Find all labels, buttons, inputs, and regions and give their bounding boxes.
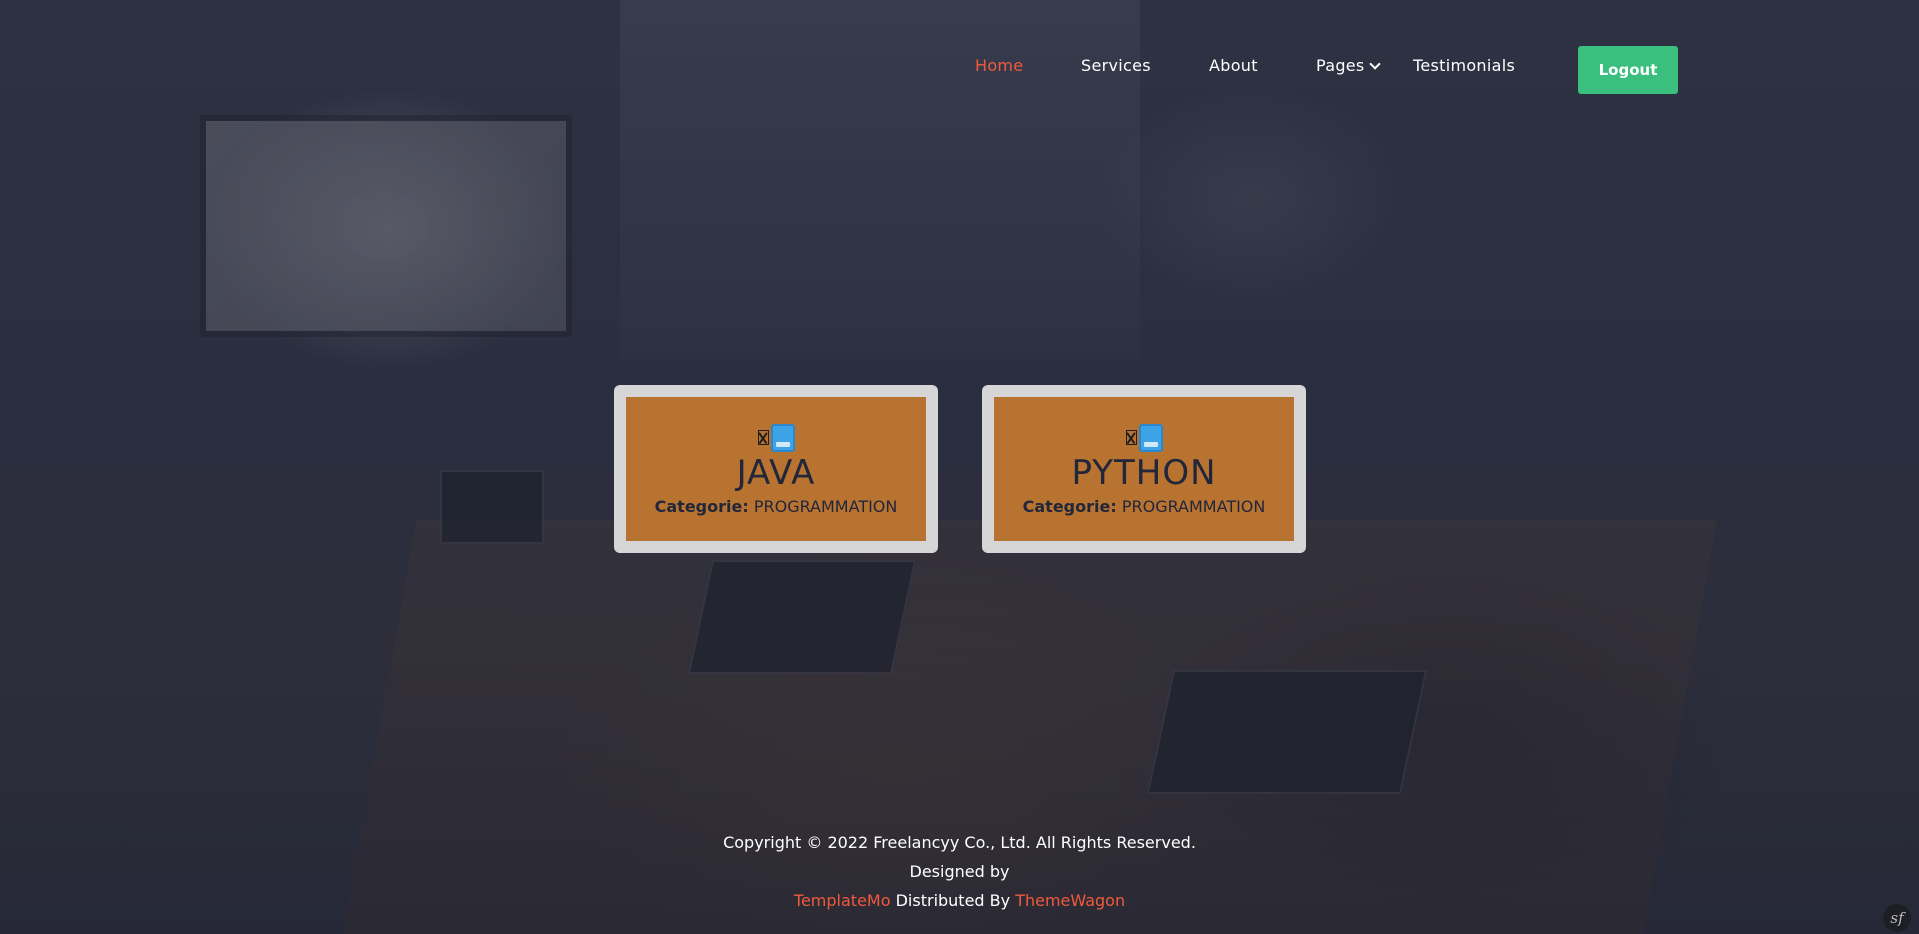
- themewagon-link[interactable]: ThemeWagon: [1015, 891, 1125, 910]
- nav-testimonials[interactable]: Testimonials: [1413, 56, 1515, 75]
- designed-by-text: Designed by: [909, 862, 1010, 881]
- nav-pages-label: Pages: [1316, 56, 1365, 75]
- nav-pages[interactable]: Pages: [1316, 56, 1381, 75]
- category-value: PROGRAMMATION: [753, 496, 898, 516]
- logout-button[interactable]: Logout: [1578, 46, 1678, 94]
- category-label: Categorie:: [1022, 496, 1117, 516]
- missing-glyph-icon: [757, 430, 769, 445]
- course-card-java[interactable]: JAVA Categorie: PROGRAMMATION: [614, 385, 938, 553]
- nav-home[interactable]: Home: [975, 56, 1023, 75]
- credits-line: TemplateMo Distributed By ThemeWagon: [0, 886, 1919, 915]
- missing-glyph-icon: [1125, 430, 1137, 445]
- copyright-text: Copyright © 2022 Freelancyy Co., Ltd. Al…: [723, 833, 1196, 852]
- card-title: PYTHON: [1071, 452, 1217, 493]
- card-icons: [757, 423, 795, 453]
- card-icons: [1125, 423, 1163, 453]
- course-card-python[interactable]: PYTHON Categorie: PROGRAMMATION: [982, 385, 1306, 553]
- book-icon: [770, 423, 795, 452]
- chevron-down-icon: [1368, 58, 1381, 70]
- category-label: Categorie:: [654, 496, 749, 516]
- card-category: Categorie: PROGRAMMATION: [655, 497, 898, 516]
- card-body: PYTHON Categorie: PROGRAMMATION: [994, 397, 1294, 541]
- main-nav: Home Services About Pages Testimonials L…: [0, 0, 1919, 120]
- book-icon: [1138, 423, 1163, 452]
- footer: Copyright © 2022 Freelancyy Co., Ltd. Al…: [0, 828, 1919, 915]
- nav-services[interactable]: Services: [1081, 56, 1151, 75]
- card-category: Categorie: PROGRAMMATION: [1023, 497, 1266, 516]
- card-body: JAVA Categorie: PROGRAMMATION: [626, 397, 926, 541]
- card-title: JAVA: [736, 452, 816, 493]
- symfony-icon[interactable]: sf: [1883, 904, 1911, 932]
- background-overlay: [0, 0, 1919, 934]
- templatemo-link[interactable]: TemplateMo: [794, 891, 891, 910]
- category-value: PROGRAMMATION: [1121, 496, 1266, 516]
- distributed-by-text: Distributed By: [895, 891, 1011, 910]
- nav-about[interactable]: About: [1209, 56, 1258, 75]
